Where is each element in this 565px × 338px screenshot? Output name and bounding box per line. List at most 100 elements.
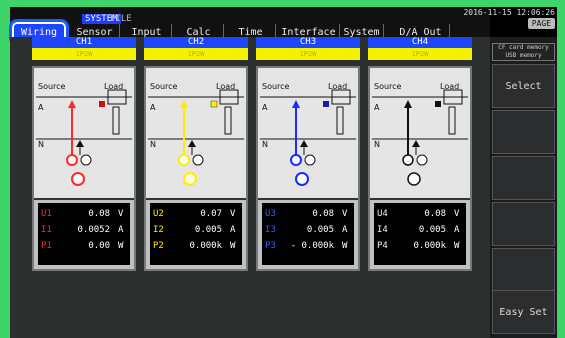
ch2-readout: U2 0.07 V I2 0.005 A P2 0.000k W: [150, 203, 242, 265]
ch2-voltage-value: 0.07: [200, 209, 222, 219]
ch1-load-label: Load: [104, 82, 124, 91]
breadcrumb-file[interactable]: FILE: [110, 14, 132, 24]
ch4-voltage-value: 0.08: [424, 209, 446, 219]
datetime: 2016-11-15 12:06:26: [463, 8, 555, 17]
ch1-header: CH1: [32, 37, 136, 48]
ch3-power-line: P3 - 0.000k W: [262, 239, 354, 253]
ch4-power-line: P4 0.000k W: [374, 239, 466, 253]
ch3-wiring-diagram: Source Load A N: [258, 68, 358, 200]
ch4-readout: U4 0.08 V I4 0.005 A P4 0.000k W: [374, 203, 466, 265]
ch3-power-unit: W: [342, 241, 348, 251]
ch1-a-label: A: [38, 103, 44, 112]
ch1-current-line: I1 0.0052 A: [38, 223, 130, 237]
ch1-power-unit: W: [118, 241, 124, 251]
ch3-current-value: 0.005: [306, 225, 334, 235]
ch3-readout: U3 0.08 V I3 0.005 A P3 - 0.000k W: [262, 203, 354, 265]
ch4-current-unit: A: [454, 225, 460, 235]
ch4-current-value: 0.005: [418, 225, 446, 235]
ch1-power-line: P1 0.00 W: [38, 239, 130, 253]
page-button[interactable]: PAGE: [527, 18, 555, 29]
ch3-current-unit: A: [342, 225, 348, 235]
ch1-voltage-line: U1 0.08 V: [38, 207, 130, 221]
ch2-voltage-line: U2 0.07 V: [150, 207, 242, 221]
ch3-load-label: Load: [328, 82, 348, 91]
ch4-n-label: N: [374, 140, 380, 149]
hioki-power-meter-screen: SYSTEM FILE Wiring Sensor Input Calc Tim…: [0, 0, 565, 338]
ch4-voltage-label: U4: [377, 209, 388, 219]
ch2-n-label: N: [150, 140, 156, 149]
ch3-voltage-line: U3 0.08 V: [262, 207, 354, 221]
ch1-current-value: 0.0052: [77, 225, 110, 235]
ch3-header: CH3: [256, 37, 360, 48]
memory-usb-line: USB memory: [505, 52, 542, 59]
top-tab-bar: SYSTEM FILE Wiring Sensor Input Calc Tim…: [9, 7, 490, 46]
bezel-left: [0, 0, 10, 338]
ch3-voltage-unit: V: [342, 209, 348, 219]
ch2-wiring-diagram: Source Load A N: [146, 68, 246, 200]
softkey-easy-set[interactable]: Easy Set: [492, 290, 555, 334]
ch3-wiring-card[interactable]: Source Load A N U3 0.08 V I3 0.005 A P3: [256, 66, 360, 271]
ch4-wiring-diagram: Source Load A N: [370, 68, 470, 200]
softkey-select[interactable]: Select: [492, 64, 555, 108]
ch3-source-label: Source: [262, 82, 290, 91]
memory-cf-line: CF card memory: [498, 44, 549, 51]
ch2-voltage-unit: V: [230, 209, 236, 219]
ch1-n-label: N: [38, 140, 44, 149]
ch2-current-value: 0.005: [194, 225, 222, 235]
ch4-load-label: Load: [440, 82, 460, 91]
ch2-current-label: I2: [153, 225, 164, 235]
ch1-source-label: Source: [38, 82, 66, 91]
ch3-voltage-label: U3: [265, 209, 276, 219]
ch2-source-label: Source: [150, 82, 178, 91]
ch2-current-line: I2 0.005 A: [150, 223, 242, 237]
ch3-n-label: N: [262, 140, 268, 149]
ch1-current-unit: A: [118, 225, 124, 235]
ch3-range: 1P2W: [256, 48, 360, 60]
ch3-current-label: I3: [265, 225, 276, 235]
ch1-voltage-label: U1: [41, 209, 52, 219]
ch2-header: CH2: [144, 37, 248, 48]
softkey-4[interactable]: [492, 202, 555, 246]
ch2-current-unit: A: [230, 225, 236, 235]
ch4-a-label: A: [374, 103, 380, 112]
ch4-current-line: I4 0.005 A: [374, 223, 466, 237]
wiring-main-panel: CH1 CH2 CH3 CH4 1P2W 1P2W 1P2W 1P2W Sour…: [10, 37, 490, 338]
ch2-a-label: A: [150, 103, 156, 112]
ch4-source-label: Source: [374, 82, 402, 91]
softkey-2[interactable]: [492, 110, 555, 154]
ch1-range: 1P2W: [32, 48, 136, 60]
ch2-range: 1P2W: [144, 48, 248, 60]
ch2-power-line: P2 0.000k W: [150, 239, 242, 253]
memory-status: CF card memory USB memory: [492, 43, 555, 61]
ch2-power-unit: W: [230, 241, 236, 251]
ch2-voltage-label: U2: [153, 209, 164, 219]
ch1-voltage-unit: V: [118, 209, 124, 219]
bezel-right: [557, 0, 565, 338]
ch1-voltage-value: 0.08: [88, 209, 110, 219]
ch2-wiring-card[interactable]: Source Load A N U2 0.07 V I2 0.005 A P2: [144, 66, 248, 271]
ch4-wiring-card[interactable]: Source Load A N U4 0.08 V I4 0.005 A P4: [368, 66, 472, 271]
ch3-power-value: - 0.000k: [290, 241, 334, 251]
ch2-power-value: 0.000k: [189, 241, 222, 251]
ch1-power-label: P1: [41, 241, 52, 251]
ch4-current-label: I4: [377, 225, 388, 235]
ch4-header: CH4: [368, 37, 472, 48]
ch4-power-label: P4: [377, 241, 388, 251]
ch2-load-label: Load: [216, 82, 236, 91]
ch1-readout: U1 0.08 V I1 0.0052 A P1 0.00 W: [38, 203, 130, 265]
ch1-wiring-diagram: Source Load A N: [34, 68, 134, 200]
ch1-current-label: I1: [41, 225, 52, 235]
ch4-voltage-unit: V: [454, 209, 460, 219]
right-softkey-panel: CF card memory USB memory Select Easy Se…: [490, 37, 557, 338]
ch3-a-label: A: [262, 103, 268, 112]
bezel-top: [0, 0, 565, 7]
ch4-voltage-line: U4 0.08 V: [374, 207, 466, 221]
ch3-voltage-value: 0.08: [312, 209, 334, 219]
ch4-range: 1P2W: [368, 48, 472, 60]
ch3-power-label: P3: [265, 241, 276, 251]
softkey-3[interactable]: [492, 156, 555, 200]
ch1-wiring-card[interactable]: Source Load A N U1 0.08 V I1 0.0052 A P1: [32, 66, 136, 271]
ch1-power-value: 0.00: [88, 241, 110, 251]
softkey-5[interactable]: [492, 248, 555, 292]
ch2-power-label: P2: [153, 241, 164, 251]
